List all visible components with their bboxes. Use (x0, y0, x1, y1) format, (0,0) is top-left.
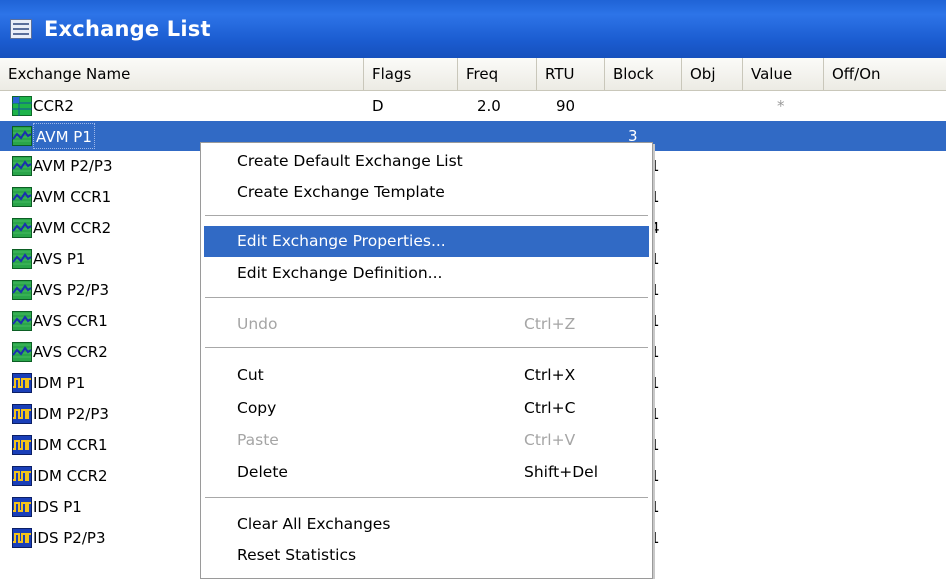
menu-separator (205, 347, 648, 349)
analog-wave-icon (12, 126, 32, 146)
list-window-icon (10, 19, 32, 39)
table-row[interactable]: CCR2 D 2.0 90 * (0, 91, 946, 121)
menu-item-label: Delete (237, 463, 288, 481)
menu-item-create-exchange-template[interactable]: Create Exchange Template (204, 177, 649, 208)
menu-item-label: Cut (237, 366, 264, 384)
row-exchange-name: IDS P2/P3 (33, 529, 106, 547)
menu-item-edit-exchange-definition[interactable]: Edit Exchange Definition... (204, 258, 649, 289)
column-header-rtu[interactable]: RTU (537, 58, 605, 91)
column-header-exchange-name[interactable]: Exchange Name (0, 58, 364, 91)
row-exchange-name: AVS P2/P3 (33, 281, 110, 299)
row-exchange-name: IDM P2/P3 (33, 405, 109, 423)
column-header-flags[interactable]: Flags (364, 58, 458, 91)
digital-pulse-icon (12, 466, 32, 486)
menu-item-shortcut: Ctrl+X (524, 366, 576, 384)
grid-table-icon (12, 96, 32, 116)
digital-pulse-icon (12, 435, 32, 455)
menu-item-shortcut: Ctrl+V (524, 431, 576, 449)
column-header-off-on[interactable]: Off/On (824, 58, 946, 91)
digital-pulse-icon (12, 404, 32, 424)
row-exchange-name: IDM P1 (33, 374, 86, 392)
menu-separator (205, 497, 648, 499)
menu-item-create-default-exchange-list[interactable]: Create Default Exchange List (204, 146, 649, 177)
menu-item-shortcut: Shift+Del (524, 463, 598, 481)
row-exchange-name: AVS CCR2 (33, 343, 108, 361)
menu-item-label: Create Default Exchange List (237, 152, 463, 170)
menu-separator (205, 215, 648, 217)
menu-item-label: Paste (237, 431, 279, 449)
digital-pulse-icon (12, 528, 32, 548)
row-exchange-name: AVM P2/P3 (33, 157, 113, 175)
column-header-block[interactable]: Block (605, 58, 682, 91)
menu-item-delete[interactable]: Delete Shift+Del (204, 457, 649, 488)
menu-item-label: Edit Exchange Definition... (237, 264, 443, 282)
column-header-freq[interactable]: Freq (458, 58, 537, 91)
row-exchange-name: CCR2 (33, 97, 74, 115)
row-exchange-name: AVM P1 (33, 123, 95, 149)
digital-pulse-icon (12, 497, 32, 517)
menu-item-paste[interactable]: Paste Ctrl+V (204, 425, 649, 456)
row-exchange-name: AVM CCR2 (33, 219, 112, 237)
row-exchange-name: AVS CCR1 (33, 312, 108, 330)
menu-item-label: Copy (237, 399, 277, 417)
analog-wave-icon (12, 187, 32, 207)
menu-item-reset-statistics[interactable]: Reset Statistics (204, 540, 649, 571)
menu-item-cut[interactable]: Cut Ctrl+X (204, 360, 649, 391)
menu-item-copy[interactable]: Copy Ctrl+C (204, 393, 649, 424)
window-titlebar[interactable]: Exchange List (0, 0, 946, 58)
menu-item-label: Undo (237, 315, 278, 333)
row-flags: D (372, 97, 384, 115)
row-rtu: 90 (556, 97, 576, 115)
row-exchange-name: IDS P1 (33, 498, 82, 516)
row-exchange-name: IDM CCR1 (33, 436, 108, 454)
analog-wave-icon (12, 342, 32, 362)
row-value: * (777, 97, 785, 115)
analog-wave-icon (12, 311, 32, 331)
menu-item-shortcut: Ctrl+C (524, 399, 576, 417)
column-header-value[interactable]: Value (743, 58, 824, 91)
menu-item-label: Clear All Exchanges (237, 515, 391, 533)
menu-item-shortcut: Ctrl+Z (524, 315, 576, 333)
analog-wave-icon (12, 156, 32, 176)
menu-item-label: Reset Statistics (237, 546, 357, 564)
digital-pulse-icon (12, 373, 32, 393)
row-exchange-name: IDM CCR2 (33, 467, 108, 485)
column-header-obj[interactable]: Obj (682, 58, 743, 91)
menu-item-clear-all-exchanges[interactable]: Clear All Exchanges (204, 509, 649, 540)
menu-item-label: Edit Exchange Properties... (237, 232, 446, 250)
menu-separator (205, 297, 648, 299)
menu-item-undo[interactable]: Undo Ctrl+Z (204, 309, 649, 340)
analog-wave-icon (12, 249, 32, 269)
analog-wave-icon (12, 218, 32, 238)
window-title: Exchange List (44, 17, 211, 41)
row-freq: 2.0 (477, 97, 501, 115)
column-header-row: Exchange Name Flags Freq RTU Block Obj V… (0, 58, 946, 91)
menu-item-label: Create Exchange Template (237, 183, 445, 201)
row-exchange-name: AVS P1 (33, 250, 86, 268)
row-exchange-name: AVM CCR1 (33, 188, 112, 206)
menu-item-edit-exchange-properties[interactable]: Edit Exchange Properties... (204, 226, 649, 257)
context-menu: Create Default Exchange List Create Exch… (200, 142, 653, 579)
analog-wave-icon (12, 280, 32, 300)
